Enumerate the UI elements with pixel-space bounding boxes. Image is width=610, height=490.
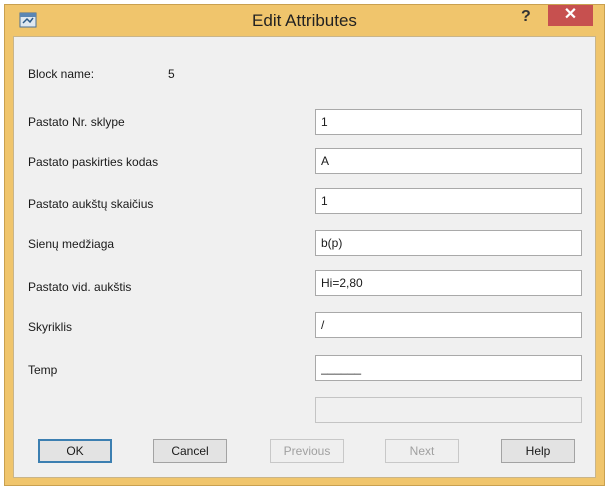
close-button[interactable]: ✕ — [548, 5, 593, 26]
attribute-label-temp: Temp — [28, 363, 58, 377]
attribute-field-pastato-nr[interactable] — [315, 109, 582, 135]
attribute-label-aukstu-skaicius: Pastato aukštų skaičius — [28, 197, 154, 211]
attribute-label-sienu-medziaga: Sienų medžiaga — [28, 237, 115, 251]
attribute-label-pastato-nr: Pastato Nr. sklype — [28, 115, 125, 129]
next-button: Next — [385, 439, 459, 463]
attribute-field-vid-aukstis[interactable] — [315, 270, 582, 296]
attribute-field-temp[interactable] — [315, 355, 582, 381]
attribute-label-paskirties-kodas: Pastato paskirties kodas — [28, 155, 159, 169]
help-question-icon[interactable]: ? — [521, 8, 531, 26]
title-bar[interactable]: Edit Attributes ? ✕ — [5, 5, 604, 36]
edit-attributes-dialog: Edit Attributes ? ✕ Block name: 5 Pastat… — [4, 4, 605, 486]
attribute-field-skyriklis[interactable] — [315, 312, 582, 338]
previous-button: Previous — [270, 439, 344, 463]
block-name-value: 5 — [168, 67, 175, 81]
attribute-field-aukstu-skaicius[interactable] — [315, 188, 582, 214]
attribute-field-empty — [315, 397, 582, 423]
ok-button[interactable]: OK — [38, 439, 112, 463]
dialog-title: Edit Attributes — [252, 11, 357, 30]
cancel-button[interactable]: Cancel — [153, 439, 227, 463]
attribute-field-paskirties-kodas[interactable] — [315, 148, 582, 174]
attribute-field-sienu-medziaga[interactable] — [315, 230, 582, 256]
block-name-label: Block name: — [28, 67, 95, 81]
dialog-body: Block name: 5 Pastato Nr. sklype Pastato… — [13, 36, 596, 478]
attribute-label-skyriklis: Skyriklis — [28, 320, 72, 334]
help-button[interactable]: Help — [501, 439, 575, 463]
attribute-label-vid-aukstis: Pastato vid. aukštis — [28, 280, 132, 294]
